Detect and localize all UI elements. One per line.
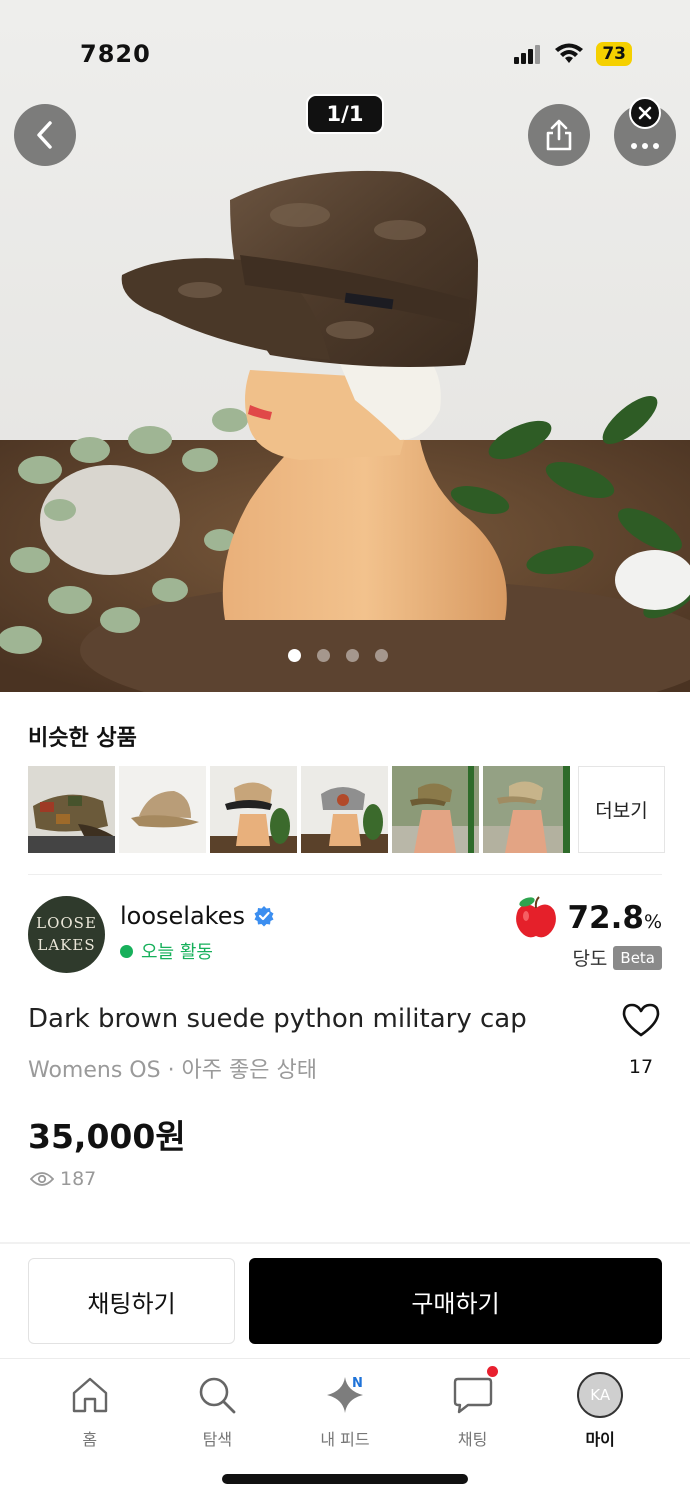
like-count: 17 [628, 1056, 654, 1078]
home-icon [72, 1377, 107, 1413]
chat-bubble-icon [453, 1377, 492, 1414]
verified-badge-icon [254, 906, 274, 927]
chat-button[interactable]: 채팅하기 [28, 1258, 235, 1344]
sweetness-score[interactable]: 72.8% 당도 Beta [513, 896, 662, 971]
nav-label: 탐색 [202, 1430, 233, 1449]
online-dot [120, 944, 133, 958]
more-dots-icon [631, 143, 659, 149]
sweetness-unit: % [643, 911, 662, 933]
seller-name: looselakes [120, 902, 245, 930]
nav-item-home[interactable]: 홈 [35, 1366, 145, 1456]
signal-icon [514, 45, 541, 64]
seller-avatar[interactable]: LOOSE LAKES [28, 896, 105, 973]
new-badge: N [351, 1376, 363, 1391]
nav-label: 채팅 [457, 1430, 488, 1449]
image-counter: 1/1 [306, 94, 384, 134]
avatar-icon: KA [577, 1372, 624, 1418]
close-icon [638, 106, 652, 120]
page-dot [288, 649, 301, 662]
divider [28, 874, 662, 875]
bottom-navigation: 홈 탐색 N 내 피드 채팅 KA 마이 [0, 1366, 690, 1456]
sweetness-value: 72.8 [567, 900, 644, 936]
similar-items-list: 더보기 [28, 766, 665, 853]
similar-items-title: 비슷한 상품 [28, 726, 137, 751]
share-icon [546, 119, 572, 151]
thumb-image [301, 766, 388, 853]
heart-icon [622, 1003, 660, 1037]
buy-button[interactable]: 구매하기 [249, 1258, 662, 1344]
close-button[interactable] [629, 97, 661, 129]
page-dot [375, 649, 388, 662]
page-dot [317, 649, 330, 662]
product-photo-gallery[interactable]: 7820 73 1/1 [0, 0, 690, 692]
thumb-image [483, 766, 570, 853]
thumb-image [210, 766, 297, 853]
product-title: Dark brown suede python military cap [28, 1004, 527, 1034]
share-button[interactable] [528, 104, 590, 166]
status-bar: 7820 73 [0, 0, 690, 100]
status-icons: 73 [514, 42, 632, 66]
similar-item-thumb[interactable] [483, 766, 570, 853]
nav-label: 마이 [585, 1430, 615, 1449]
sweetness-label: 당도 [572, 948, 608, 970]
wifi-icon [555, 43, 584, 63]
seller-avatar-text: LOOSE [36, 914, 97, 932]
nav-item-feed[interactable]: N 내 피드 [290, 1366, 400, 1456]
search-icon [200, 1377, 236, 1414]
product-meta: Womens OS · 아주 좋은 상태 [28, 1058, 317, 1083]
divider [0, 1242, 690, 1244]
apple-icon [516, 896, 557, 938]
nav-item-my[interactable]: KA 마이 [545, 1366, 655, 1456]
view-count: 187 [30, 1168, 96, 1190]
more-similar-button[interactable]: 더보기 [578, 766, 665, 853]
notification-dot [486, 1366, 498, 1377]
divider [0, 1358, 690, 1359]
page-dot [346, 649, 359, 662]
home-indicator [222, 1474, 468, 1484]
nav-item-chat[interactable]: 채팅 [418, 1366, 528, 1456]
similar-item-thumb[interactable] [392, 766, 479, 853]
eye-icon [30, 1172, 54, 1186]
seller-name-row[interactable]: looselakes [120, 902, 275, 930]
status-time: 7820 [80, 40, 151, 68]
seller-activity-status: 오늘 활동 [120, 938, 213, 964]
thumb-image [392, 766, 479, 853]
battery-indicator: 73 [596, 42, 632, 66]
nav-label: 내 피드 [320, 1430, 370, 1449]
beta-badge: Beta [613, 945, 662, 970]
thumb-image [119, 766, 206, 853]
nav-label: 홈 [82, 1430, 98, 1449]
chevron-left-icon [37, 121, 52, 149]
like-button[interactable]: 17 [618, 1002, 664, 1078]
nav-item-search[interactable]: 탐색 [162, 1366, 272, 1456]
similar-item-thumb[interactable] [119, 766, 206, 853]
similar-item-thumb[interactable] [301, 766, 388, 853]
similar-item-thumb[interactable] [28, 766, 115, 853]
product-price: 35,000원 [28, 1117, 186, 1156]
view-count-text: 187 [60, 1168, 97, 1190]
gallery-pagination [288, 649, 388, 662]
seller-avatar-text: LAKES [37, 936, 96, 954]
similar-item-thumb[interactable] [210, 766, 297, 853]
seller-status-text: 오늘 활동 [141, 942, 213, 963]
back-button[interactable] [14, 104, 76, 166]
thumb-image [28, 766, 115, 853]
